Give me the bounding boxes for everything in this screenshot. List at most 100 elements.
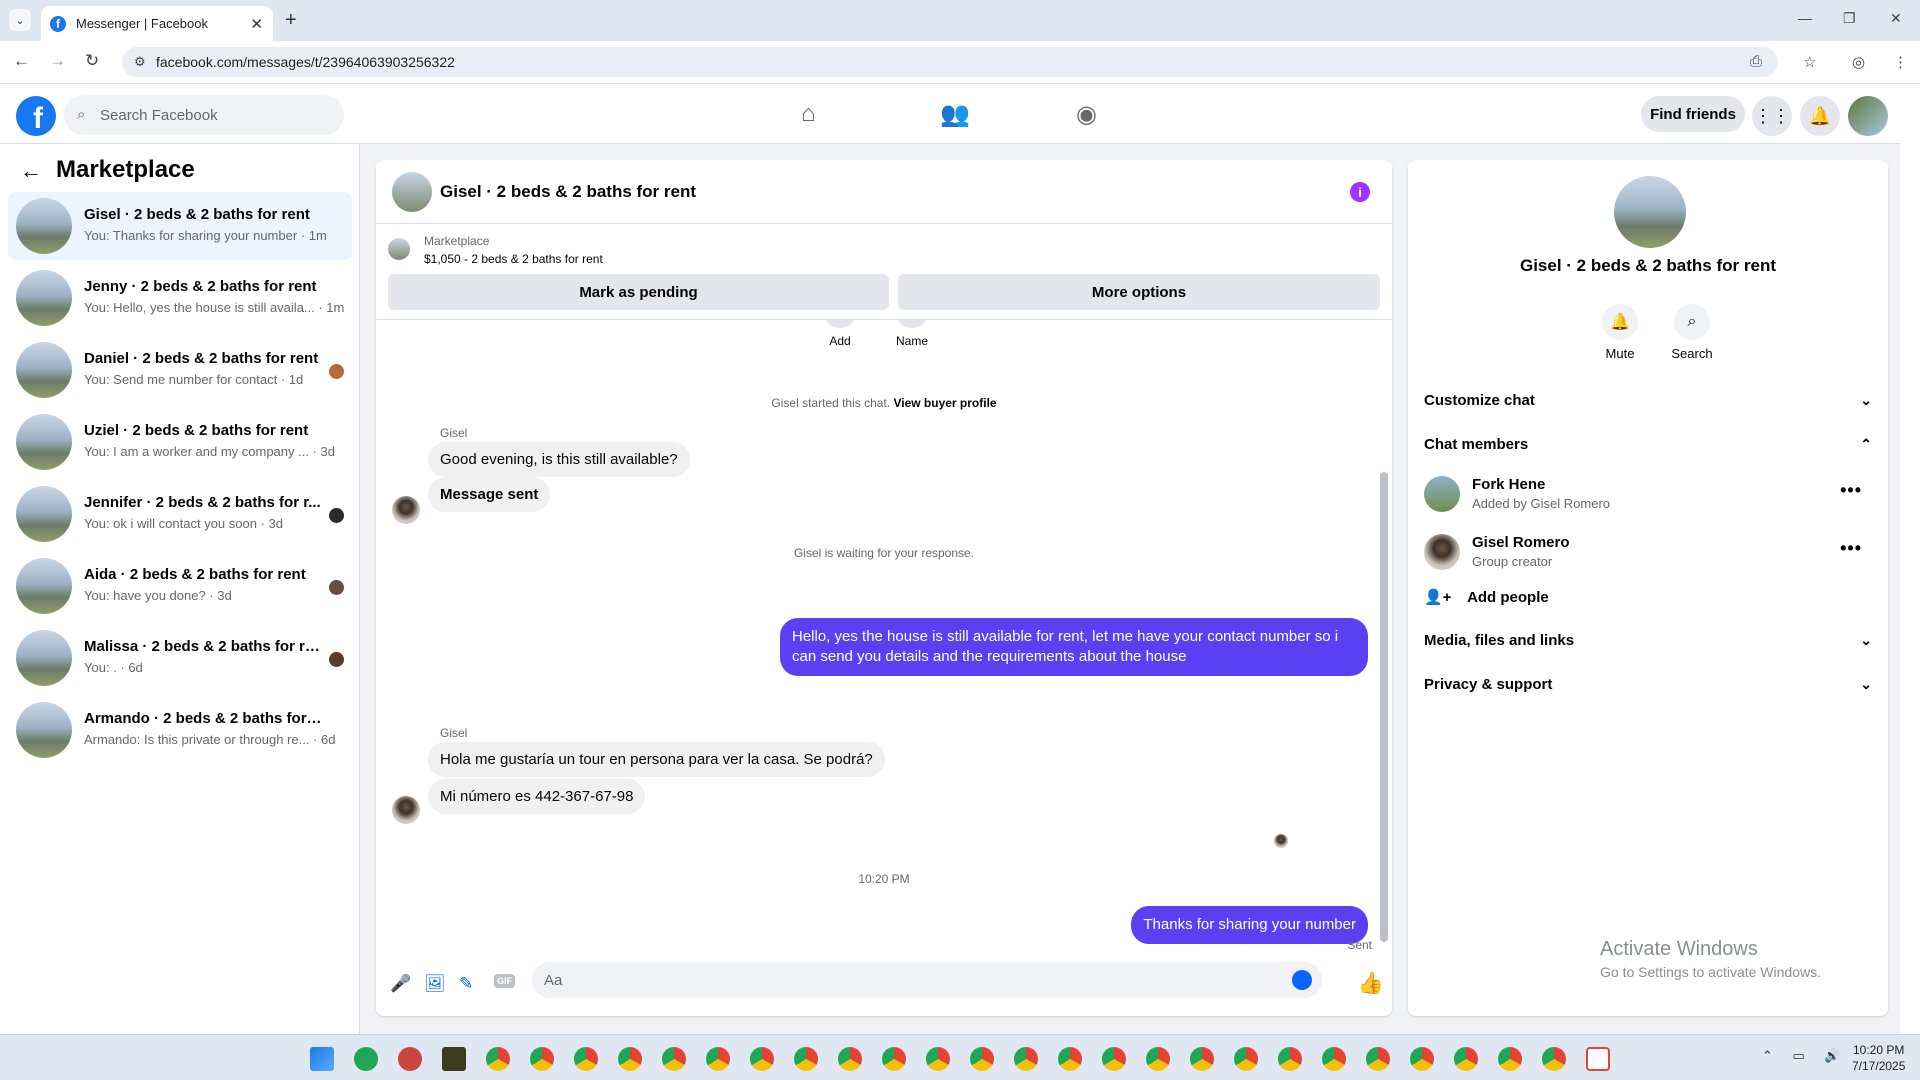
chrome-icon[interactable]	[574, 1047, 598, 1071]
chrome-icon[interactable]	[1014, 1047, 1038, 1071]
chrome-icon[interactable]	[970, 1047, 994, 1071]
new-tab-icon[interactable]: +	[285, 9, 297, 32]
conversation-title[interactable]: Gisel · 2 beds & 2 baths for rent	[440, 182, 696, 202]
notifications-bell-icon[interactable]: 🔔	[1800, 96, 1840, 136]
browser-tab[interactable]: f Messenger | Facebook ✕	[41, 6, 273, 41]
chrome-icon[interactable]	[1410, 1047, 1434, 1071]
snipping-tool-icon[interactable]	[1586, 1047, 1610, 1071]
account-avatar[interactable]	[1848, 96, 1888, 136]
thumbs-up-icon[interactable]: 👍	[1358, 972, 1384, 996]
install-app-icon[interactable]: ⎙	[1750, 53, 1762, 70]
chrome-icon[interactable]	[530, 1047, 554, 1071]
chat-list-item[interactable]: Aida · 2 beds & 2 baths for rent You: ha…	[8, 552, 352, 620]
chrome-icon[interactable]	[794, 1047, 818, 1071]
chrome-icon[interactable]	[706, 1047, 730, 1071]
quick-name-button[interactable]: Name	[882, 320, 942, 348]
chrome-icon[interactable]	[618, 1047, 642, 1071]
tab-search-dropdown-icon[interactable]: ⌄	[9, 9, 31, 31]
minimize-icon[interactable]: —	[1798, 10, 1812, 26]
chrome-icon[interactable]	[838, 1047, 862, 1071]
browser-menu-icon[interactable]: ⋮	[1893, 53, 1908, 71]
app-icon[interactable]	[398, 1047, 422, 1071]
more-options-button[interactable]: More options	[898, 274, 1380, 310]
menu-grid-icon[interactable]: ⋮⋮	[1752, 96, 1792, 136]
attach-image-icon[interactable]: 🖼	[424, 974, 446, 994]
chrome-icon[interactable]	[1102, 1047, 1126, 1071]
emoji-icon[interactable]	[1292, 970, 1312, 990]
sticker-icon[interactable]: ✎	[459, 974, 473, 994]
sender-avatar[interactable]	[392, 496, 420, 524]
site-info-icon[interactable]: ⚙	[134, 54, 146, 70]
conversation-large-avatar[interactable]	[1614, 176, 1686, 248]
find-friends-button[interactable]: Find friends	[1641, 96, 1745, 132]
member-row[interactable]: Fork Hene Added by Gisel Romero •••	[1424, 474, 1872, 518]
system-tray[interactable]: ⌃ ▭ 🔊	[1762, 1048, 1849, 1064]
view-buyer-profile-link[interactable]: View buyer profile	[893, 396, 996, 410]
more-options-icon[interactable]: •••	[1840, 480, 1862, 501]
listing-thumbnail[interactable]	[388, 238, 410, 260]
whatsapp-icon[interactable]	[354, 1047, 378, 1071]
mark-as-pending-button[interactable]: Mark as pending	[388, 274, 889, 310]
chrome-icon[interactable]	[1190, 1047, 1214, 1071]
chrome-icon[interactable]	[1454, 1047, 1478, 1071]
address-bar[interactable]: ⚙ facebook.com/messages/t/23964063903256…	[122, 47, 1778, 77]
chat-list-item[interactable]: Malissa · 2 beds & 2 baths for rent You:…	[8, 624, 352, 692]
incoming-message[interactable]: Hola me gustaría un tour en persona para…	[428, 742, 885, 777]
mute-button[interactable]: 🔔 Mute	[1590, 304, 1650, 361]
chrome-icon[interactable]	[1498, 1047, 1522, 1071]
close-window-icon[interactable]: ✕	[1890, 10, 1902, 27]
member-row[interactable]: Gisel Romero Group creator •••	[1424, 532, 1872, 576]
incoming-message[interactable]: Good evening, is this still available?	[428, 442, 690, 477]
incoming-message[interactable]: Mi número es 442-367-67-98	[428, 779, 646, 814]
bookmark-star-icon[interactable]: ☆	[1803, 53, 1816, 71]
chat-list-item[interactable]: Jenny · 2 beds & 2 baths for rent You: H…	[8, 264, 352, 332]
message-input[interactable]: Aa	[532, 962, 1322, 998]
chat-list-item[interactable]: Armando · 2 beds & 2 baths for rent Arma…	[8, 696, 352, 764]
quick-add-button[interactable]: Add	[810, 320, 870, 348]
chrome-icon[interactable]	[1146, 1047, 1170, 1071]
microphone-icon[interactable]: 🎤	[390, 974, 411, 994]
chat-list-item[interactable]: Uziel · 2 beds & 2 baths for rent You: I…	[8, 408, 352, 476]
customize-chat-section[interactable]: Customize chat ⌄	[1424, 392, 1872, 409]
add-people-button[interactable]: 👤+ Add people	[1424, 588, 1561, 606]
close-tab-icon[interactable]: ✕	[250, 15, 263, 33]
page-scrollbar[interactable]	[1900, 84, 1920, 1034]
chat-list-item[interactable]: Gisel · 2 beds & 2 baths for rent You: T…	[8, 192, 352, 260]
taskbar-clock[interactable]: 10:20 PM 7/17/2025	[1852, 1042, 1905, 1074]
chrome-icon[interactable]	[1366, 1047, 1390, 1071]
gif-icon[interactable]: GIF	[494, 974, 515, 988]
home-icon[interactable]: ⌂	[801, 100, 816, 128]
conversation-info-icon[interactable]: i	[1350, 182, 1370, 202]
sender-avatar[interactable]	[392, 796, 420, 824]
chrome-icon[interactable]	[1058, 1047, 1082, 1071]
listing-price-title[interactable]: $1,050 - 2 beds & 2 baths for rent	[424, 252, 603, 266]
chrome-icon[interactable]	[1234, 1047, 1258, 1071]
chrome-icon[interactable]	[882, 1047, 906, 1071]
friends-icon[interactable]: 👥	[940, 100, 970, 129]
back-icon[interactable]: ←	[13, 51, 30, 71]
scrollbar-thumb[interactable]	[1380, 472, 1388, 942]
media-files-links-section[interactable]: Media, files and links ⌄	[1424, 632, 1872, 649]
forward-icon[interactable]: →	[49, 51, 66, 71]
start-icon[interactable]	[310, 1047, 334, 1071]
more-options-icon[interactable]: •••	[1840, 538, 1862, 559]
facebook-logo-icon[interactable]: f	[16, 96, 56, 136]
search-facebook-input[interactable]: ⌕ Search Facebook	[64, 95, 344, 135]
outgoing-message[interactable]: Thanks for sharing your number	[1131, 906, 1368, 944]
chrome-icon[interactable]	[1542, 1047, 1566, 1071]
privacy-support-section[interactable]: Privacy & support ⌄	[1424, 676, 1872, 693]
reload-icon[interactable]: ↻	[85, 51, 99, 71]
message-scrollbar[interactable]	[1380, 326, 1388, 942]
back-arrow-icon[interactable]: ←	[20, 158, 42, 184]
chat-members-section[interactable]: Chat members ⌃	[1424, 436, 1872, 453]
restore-icon[interactable]: ❐	[1843, 10, 1856, 27]
groups-icon[interactable]: ◉	[1076, 100, 1097, 129]
chrome-icon[interactable]	[926, 1047, 950, 1071]
outgoing-message[interactable]: Hello, yes the house is still available …	[780, 618, 1368, 676]
chrome-icon[interactable]	[662, 1047, 686, 1071]
chrome-icon[interactable]	[1278, 1047, 1302, 1071]
chat-list-item[interactable]: Jennifer · 2 beds & 2 baths for r... You…	[8, 480, 352, 548]
profile-icon[interactable]: ◎	[1852, 53, 1865, 71]
chrome-icon[interactable]	[750, 1047, 774, 1071]
search-in-conversation-button[interactable]: ⌕ Search	[1662, 304, 1722, 361]
